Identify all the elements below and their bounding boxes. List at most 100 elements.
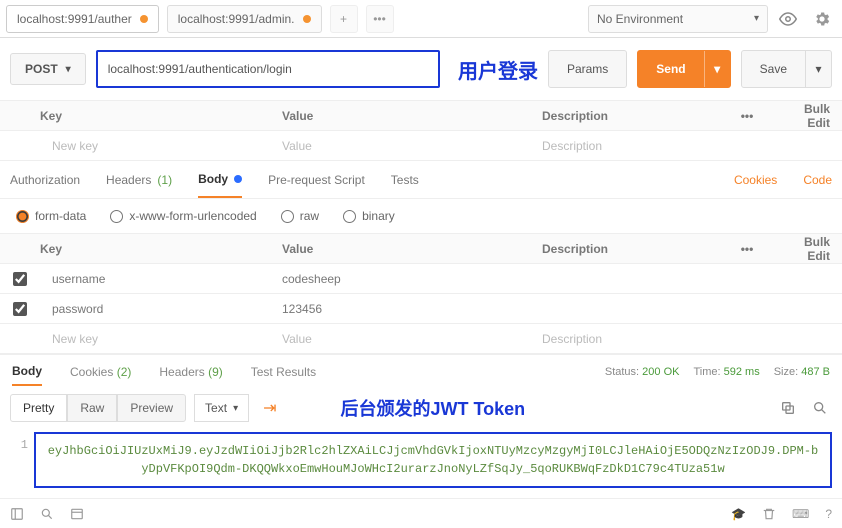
new-tab-button[interactable]: + (330, 5, 358, 33)
table-row[interactable]: username codesheep (0, 264, 842, 294)
tab-menu-button[interactable]: ••• (366, 5, 394, 33)
url-text: localhost:9991/authentication/login (108, 62, 292, 76)
desc-input[interactable]: Description (530, 139, 842, 153)
unsaved-dot-icon (140, 15, 148, 23)
code-link[interactable]: Code (803, 173, 832, 187)
chevron-down-icon: ▾ (233, 403, 238, 414)
env-label: No Environment (597, 12, 683, 26)
bulk-edit-link[interactable]: Bulk Edit (772, 102, 842, 130)
view-preview[interactable]: Preview (117, 394, 186, 422)
label: x-www-form-urlencoded (129, 209, 256, 223)
new-row[interactable]: New key Value Description (0, 324, 842, 354)
row-checkbox[interactable] (13, 302, 27, 316)
save-label: Save (742, 51, 805, 87)
radio-binary[interactable]: binary (343, 209, 395, 223)
col-key: Key (0, 109, 270, 123)
method-label: POST (25, 62, 58, 76)
radio-input[interactable] (110, 210, 123, 223)
key-cell[interactable]: username (40, 272, 270, 286)
label: form-data (35, 209, 86, 223)
time-value: 592 ms (724, 366, 760, 378)
line-number: 1 (10, 432, 34, 488)
value-cell[interactable]: codesheep (270, 272, 530, 286)
trash-icon[interactable] (762, 507, 776, 521)
chevron-down-icon[interactable]: ▾ (805, 51, 831, 87)
tab-tests[interactable]: Tests (391, 161, 419, 198)
resp-tab-cookies[interactable]: Cookies (2) (70, 365, 131, 379)
environment-select[interactable]: No Environment ▾ (588, 5, 768, 33)
send-button[interactable]: Send ▾ (637, 50, 730, 88)
console-icon[interactable] (70, 507, 84, 521)
request-tabs: localhost:9991/auther localhost:9991/adm… (6, 5, 582, 33)
label: Pre-request Script (268, 173, 365, 187)
desc-input[interactable]: Description (530, 332, 842, 346)
help-icon[interactable]: ? (825, 507, 832, 521)
query-params-table: Key Value Description ••• Bulk Edit New … (0, 101, 842, 161)
radio-form-data[interactable]: form-data (16, 209, 86, 223)
send-label: Send (638, 51, 703, 87)
save-button[interactable]: Save ▾ (741, 50, 832, 88)
table-row[interactable]: password 123456 (0, 294, 842, 324)
resp-tab-body[interactable]: Body (12, 358, 42, 386)
resp-tab-tests[interactable]: Test Results (251, 365, 316, 379)
value-input[interactable]: Value (270, 332, 530, 346)
label: Text (205, 401, 227, 415)
search-icon[interactable] (808, 396, 832, 420)
tab-body[interactable]: Body (198, 161, 242, 198)
label: raw (300, 209, 319, 223)
radio-urlencoded[interactable]: x-www-form-urlencoded (110, 209, 256, 223)
key-cell[interactable]: password (40, 302, 270, 316)
sidebar-toggle-icon[interactable] (10, 507, 24, 521)
cookies-link[interactable]: Cookies (734, 173, 777, 187)
table-header: Key Value Description ••• Bulk Edit (0, 234, 842, 264)
row-checkbox[interactable] (13, 272, 27, 286)
eye-icon[interactable] (774, 5, 802, 33)
copy-icon[interactable] (776, 396, 800, 420)
new-row[interactable]: New key Value Description (0, 131, 842, 161)
menu-dots-icon[interactable]: ••• (722, 109, 772, 123)
tab-title: localhost:9991/auther (17, 12, 132, 26)
body-type-row: form-data x-www-form-urlencoded raw bina… (0, 199, 842, 234)
label: Headers (159, 365, 204, 379)
params-button[interactable]: Params (548, 50, 627, 88)
view-pretty[interactable]: Pretty (10, 394, 67, 422)
wrap-icon[interactable]: ⇥ (259, 394, 280, 422)
key-input[interactable]: New key (40, 139, 270, 153)
status-value: 200 OK (642, 366, 679, 378)
bulk-edit-link[interactable]: Bulk Edit (772, 235, 842, 263)
count: (2) (117, 365, 132, 379)
request-tab-2[interactable]: localhost:9991/admin. (167, 5, 322, 33)
radio-raw[interactable]: raw (281, 209, 319, 223)
resp-tab-headers[interactable]: Headers (9) (159, 365, 222, 379)
annotation-jwt: 后台颁发的JWT Token (341, 395, 526, 421)
col-key: Key (0, 242, 270, 256)
radio-input[interactable] (281, 210, 294, 223)
chevron-down-icon: ▾ (754, 13, 759, 24)
value-input[interactable]: Value (270, 139, 530, 153)
value-cell[interactable]: 123456 (270, 302, 530, 316)
method-select[interactable]: POST ▾ (10, 53, 86, 85)
tab-authorization[interactable]: Authorization (10, 161, 80, 198)
tab-headers[interactable]: Headers(1) (106, 161, 172, 198)
annotation-login: 用户登录 (458, 55, 538, 84)
time-label: Time: (693, 366, 720, 378)
gear-icon[interactable] (808, 5, 836, 33)
chevron-down-icon[interactable]: ▾ (704, 51, 730, 87)
label: Authorization (10, 173, 80, 187)
status-label: Status: (605, 366, 639, 378)
url-input[interactable]: localhost:9991/authentication/login (96, 50, 440, 88)
tab-prerequest[interactable]: Pre-request Script (268, 161, 365, 198)
request-tab-1[interactable]: localhost:9991/auther (6, 5, 159, 33)
keyboard-icon[interactable]: ⌨ (792, 507, 809, 521)
radio-input[interactable] (16, 210, 29, 223)
radio-input[interactable] (343, 210, 356, 223)
response-tabs: Body Cookies (2) Headers (9) Test Result… (0, 354, 842, 388)
content-type-select[interactable]: Text ▾ (194, 394, 249, 422)
label: Headers (106, 173, 151, 187)
key-input[interactable]: New key (40, 332, 270, 346)
menu-dots-icon[interactable]: ••• (722, 242, 772, 256)
label: binary (362, 209, 395, 223)
find-icon[interactable] (40, 507, 54, 521)
view-raw[interactable]: Raw (67, 394, 117, 422)
learn-icon[interactable]: 🎓 (731, 507, 746, 521)
